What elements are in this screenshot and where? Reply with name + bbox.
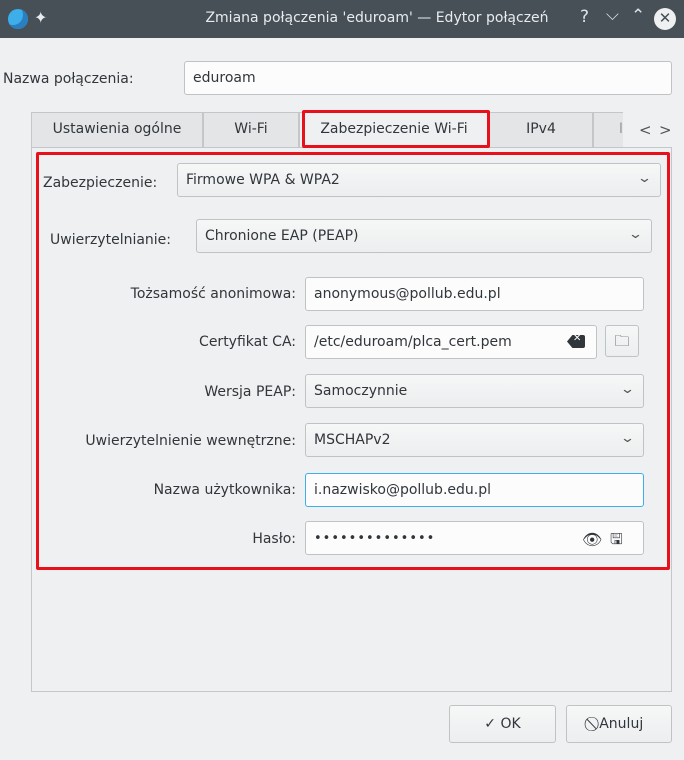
title-bar: ✦ Zmiana połączenia 'eduroam' — Edytor p… [0, 0, 684, 38]
highlight-panel-box [36, 152, 670, 570]
connection-name-label: Nazwa połączenia: [3, 71, 134, 87]
minimize-button[interactable]: ⌵ [606, 5, 619, 25]
tab-truncated[interactable]: I [593, 112, 623, 147]
help-button[interactable]: ? [580, 7, 589, 27]
tab-scroll-left-icon[interactable]: < [639, 121, 652, 139]
tab-scroll-right-icon[interactable]: > [659, 121, 672, 139]
maximize-button[interactable]: ⌃ [631, 6, 645, 26]
close-button[interactable]: ✕ [654, 8, 676, 30]
ok-button[interactable]: ✓ OK [449, 705, 556, 743]
tab-wifi[interactable]: Wi-Fi [203, 112, 299, 147]
connection-name-input[interactable]: eduroam [184, 61, 672, 95]
cancel-button[interactable]: ⃠ Anuluj [566, 705, 672, 743]
highlight-tab-box [302, 110, 490, 148]
tab-general-settings[interactable]: Ustawienia ogólne [31, 112, 203, 147]
tab-ipv4[interactable]: IPv4 [489, 112, 593, 147]
